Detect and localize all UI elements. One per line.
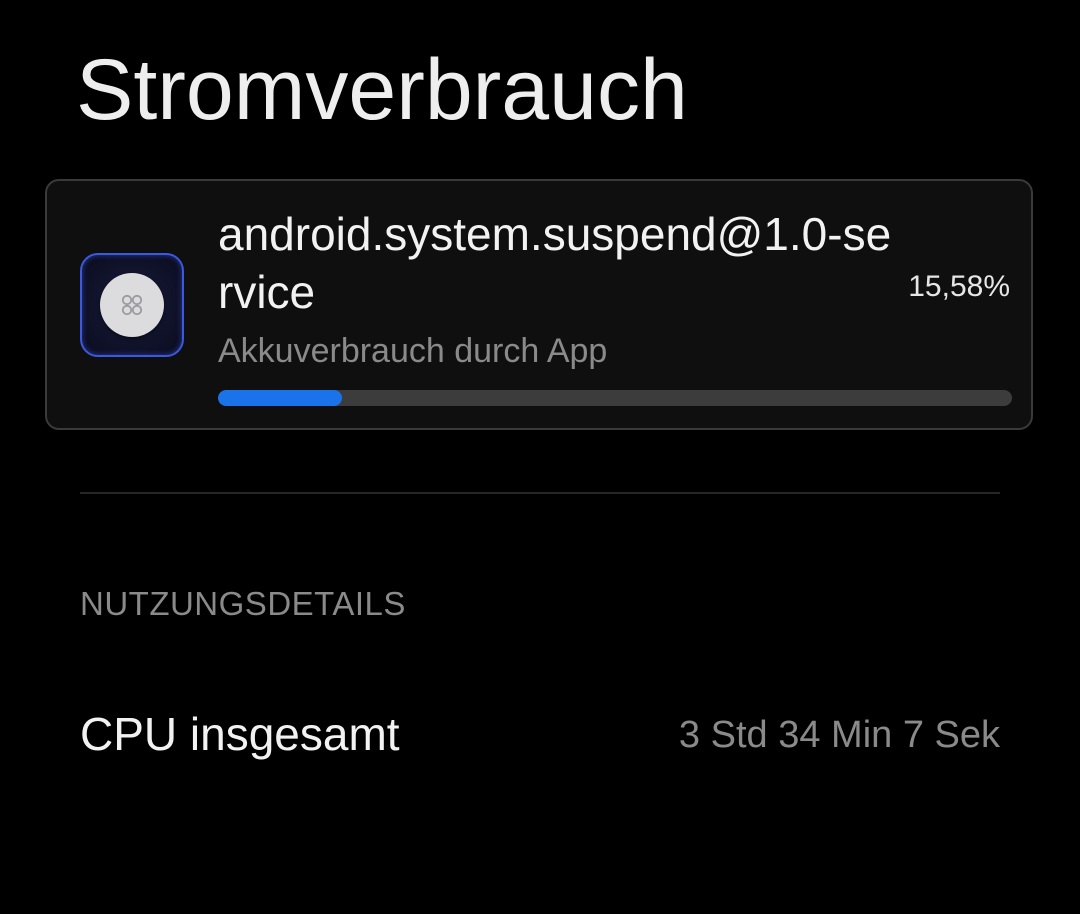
divider: [80, 492, 1000, 494]
app-usage-percent: 15,58%: [908, 270, 1010, 303]
usage-progress-bar: [218, 390, 1012, 406]
usage-details-header: NUTZUNGSDETAILS: [80, 585, 406, 622]
app-name: android.system.suspend@1.0-service: [218, 208, 892, 318]
app-icon-glyph: [121, 294, 143, 316]
detail-value: 3 Std 34 Min 7 Sek: [678, 714, 1000, 756]
detail-row-cpu-total[interactable]: CPU insgesamt 3 Std 34 Min 7 Sek: [80, 700, 1000, 770]
page-title: Stromverbrauch: [76, 42, 688, 138]
android-system-icon: [80, 253, 184, 357]
app-usage-subtitle: Akkuverbrauch durch App: [218, 332, 608, 370]
usage-progress-fill: [218, 390, 342, 406]
detail-label: CPU insgesamt: [80, 708, 400, 760]
